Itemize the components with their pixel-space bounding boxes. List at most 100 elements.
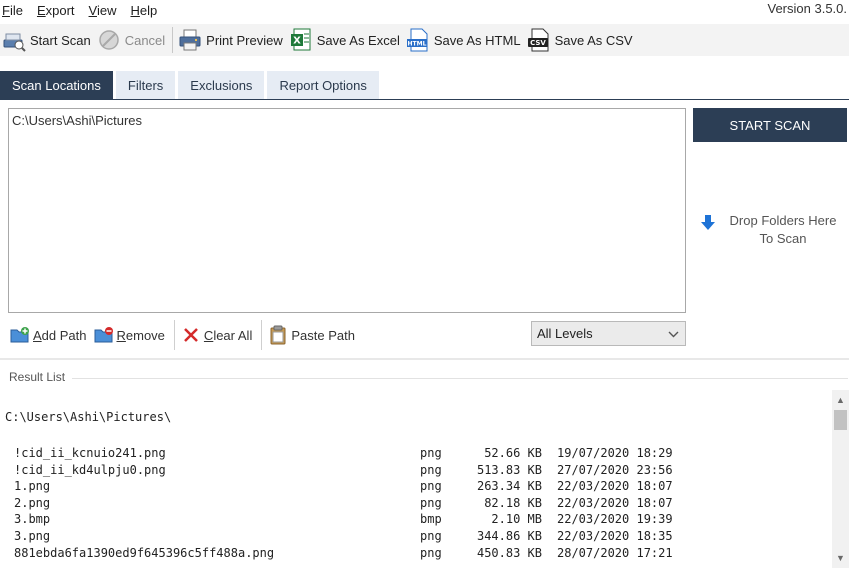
tab-filters[interactable]: Filters xyxy=(115,71,176,100)
result-file-size: 450.83 KB xyxy=(476,545,542,560)
result-file-date: 22/03/2020 18:35 xyxy=(557,528,673,543)
result-file-ext: png xyxy=(420,495,442,510)
levels-selected: All Levels xyxy=(537,326,593,341)
chevron-down-icon xyxy=(668,326,679,341)
result-row[interactable]: 3.png png 344.86 KB 22/03/2020 18:35 xyxy=(0,528,832,545)
drop-text-line2: To Scan xyxy=(759,231,807,246)
result-row[interactable]: !cid_ii_kd4ulpju0.png png 513.83 KB 27/07/2… xyxy=(0,462,832,479)
result-row[interactable]: !cid_ii_kcnuio241.png png 52.66 KB 19/07/20… xyxy=(0,445,832,462)
add-path-button[interactable]: Add Path xyxy=(8,321,92,349)
path-actions-bar: Add Path Remove Clear All Paste Path xyxy=(8,320,360,350)
result-list-rule xyxy=(72,378,848,379)
scrollbar-thumb[interactable] xyxy=(834,410,847,430)
result-file-date: 19/07/2020 18:29 xyxy=(557,446,673,460)
result-file-date: 28/07/2020 17:21 xyxy=(557,545,673,560)
result-file-ext: bmp xyxy=(420,512,442,527)
scanner-icon xyxy=(2,28,26,52)
scan-location-item[interactable]: C:\Users\Ashi\Pictures xyxy=(12,113,682,128)
scroll-up-icon[interactable]: ▲ xyxy=(832,392,849,408)
menu-file[interactable]: File xyxy=(0,0,31,22)
menu-bar: File Export View Help Version 3.5.0. xyxy=(0,0,849,22)
result-file-name: !cid_ii_kd4ulpju0.png xyxy=(14,462,166,477)
html-file-icon: HTML xyxy=(406,28,430,52)
result-file-name: 881ebda6fa1390ed9f645396c5ff488a.png xyxy=(14,545,275,560)
save-excel-button[interactable]: X Save As Excel xyxy=(287,26,404,54)
result-file-size: 263.34 KB xyxy=(476,479,542,494)
tab-report-options[interactable]: Report Options xyxy=(267,71,379,100)
svg-text:CSV: CSV xyxy=(530,39,546,47)
print-preview-label: Print Preview xyxy=(206,32,283,48)
result-row[interactable]: 3.bmp bmp 2.10 MB 22/03/2020 19:39 xyxy=(0,511,832,528)
scan-locations-list[interactable]: C:\Users\Ashi\Pictures xyxy=(8,108,686,313)
result-file-date: 27/07/2020 23:56 xyxy=(557,462,673,477)
menu-help-rest: elp xyxy=(139,3,158,18)
menu-export[interactable]: Export xyxy=(31,0,83,22)
arrow-down-icon xyxy=(697,212,719,234)
result-file-name: 3.png xyxy=(14,528,51,543)
excel-icon: X xyxy=(289,28,313,52)
paste-path-label: Paste Path xyxy=(291,327,355,343)
drop-text-line1: Drop Folders Here xyxy=(729,213,837,228)
menu-file-key: F xyxy=(2,3,10,18)
csv-file-icon: CSV xyxy=(527,28,551,52)
menu-view-key: V xyxy=(88,3,97,18)
menu-export-key: E xyxy=(36,3,46,18)
add-folder-icon xyxy=(10,325,30,345)
result-file-date: 22/03/2020 18:07 xyxy=(557,495,673,510)
menu-help-key: H xyxy=(130,3,140,18)
remove-key: R xyxy=(116,327,126,343)
result-list[interactable]: C:\Users\Ashi\Pictures\ !cid_ii_kcnuio24… xyxy=(0,390,832,570)
result-file-name: !cid_ii_kcnuio241.png xyxy=(14,446,166,460)
start-scan-toolbar-button[interactable]: Start Scan xyxy=(0,26,95,54)
menu-export-rest: xport xyxy=(45,3,75,18)
start-scan-button[interactable]: START SCAN xyxy=(693,108,847,142)
svg-text:HTML: HTML xyxy=(407,41,426,48)
clipboard-icon xyxy=(268,325,288,345)
drop-folders-text: Drop Folders Here To Scan xyxy=(719,212,847,252)
start-scan-toolbar-label: Start Scan xyxy=(30,32,91,48)
result-scrollbar[interactable]: ▲ ▼ xyxy=(832,390,849,568)
printer-icon xyxy=(178,28,202,52)
version-label: Version 3.5.0. xyxy=(767,1,848,16)
levels-dropdown[interactable]: All Levels xyxy=(531,321,686,346)
result-list-label: Result List xyxy=(9,370,66,384)
drop-folders-area[interactable]: Drop Folders Here To Scan xyxy=(697,212,847,252)
tab-underline xyxy=(0,99,849,100)
tab-exclusions[interactable]: Exclusions xyxy=(178,71,265,100)
result-file-name: 1.png xyxy=(14,479,51,494)
result-file-size: 2.10 MB xyxy=(491,512,542,527)
result-file-date: 22/03/2020 18:07 xyxy=(557,479,673,494)
path-actions-separator xyxy=(173,320,175,350)
cancel-toolbar-button[interactable]: Cancel xyxy=(95,26,169,54)
result-root-path: C:\Users\Ashi\Pictures\ xyxy=(5,410,172,424)
tab-strip: Scan Locations Filters Exclusions Report… xyxy=(0,70,382,100)
save-csv-button[interactable]: CSV Save As CSV xyxy=(525,26,637,54)
cancel-circle-icon xyxy=(97,28,121,52)
tab-scan-locations[interactable]: Scan Locations xyxy=(0,71,113,100)
scroll-down-icon[interactable]: ▼ xyxy=(832,550,849,566)
result-file-ext: png xyxy=(420,479,442,494)
menu-help[interactable]: Help xyxy=(125,0,166,22)
cancel-toolbar-label: Cancel xyxy=(124,32,166,48)
add-path-rest: dd Path xyxy=(41,327,87,343)
menu-view-rest: iew xyxy=(96,3,117,18)
print-preview-button[interactable]: Print Preview xyxy=(176,26,287,54)
remove-folder-icon xyxy=(94,325,114,345)
clear-all-key: C xyxy=(203,327,214,343)
result-file-ext: png xyxy=(420,528,442,543)
result-row[interactable]: 2.png png 82.18 KB 22/03/2020 18:07 xyxy=(0,495,832,512)
save-html-button[interactable]: HTML Save As HTML xyxy=(404,26,525,54)
save-csv-label: Save As CSV xyxy=(554,32,633,48)
clear-all-button[interactable]: Clear All xyxy=(179,321,257,349)
remove-button[interactable]: Remove xyxy=(92,321,170,349)
result-row[interactable]: 1.png png 263.34 KB 22/03/2020 18:07 xyxy=(0,478,832,495)
result-row[interactable]: 881ebda6fa1390ed9f645396c5ff488a.png png 4… xyxy=(0,545,832,562)
add-path-key: A xyxy=(33,327,42,343)
menu-view[interactable]: View xyxy=(83,0,125,22)
result-file-date: 22/03/2020 19:39 xyxy=(557,512,673,527)
toolbar-separator xyxy=(172,27,174,53)
paste-path-button[interactable]: Paste Path xyxy=(266,321,360,349)
save-excel-label: Save As Excel xyxy=(316,32,400,48)
save-html-label: Save As HTML xyxy=(433,32,521,48)
red-x-icon xyxy=(181,325,201,345)
